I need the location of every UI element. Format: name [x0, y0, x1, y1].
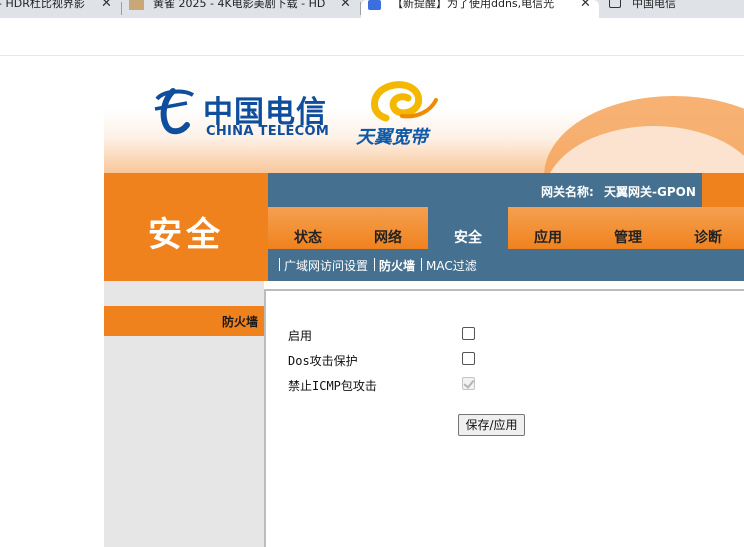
tab-security[interactable]: 安全: [428, 207, 508, 249]
page-favicon-icon: [609, 0, 621, 8]
form-row-icmp: 禁止ICMP包攻击: [288, 374, 728, 394]
browser-tab-forum[interactable]: 【新提醒】为了使用ddns,电信光 ✕: [361, 0, 599, 18]
close-icon[interactable]: ✕: [101, 0, 112, 11]
close-icon[interactable]: ✕: [580, 0, 591, 11]
close-icon[interactable]: ✕: [340, 0, 351, 11]
tab-network[interactable]: 网络: [348, 207, 428, 249]
firewall-settings-panel: 启用 Dos攻击保护 禁止ICMP包攻击 保存/应用: [264, 289, 744, 547]
tab-diagnostics[interactable]: 诊断: [668, 207, 744, 249]
sub-nav-firewall[interactable]: 防火墙: [379, 257, 415, 274]
sidebar-item-label: 防火墙: [221, 315, 258, 329]
browser-tab-title: 中国电信: [632, 0, 676, 10]
browser-tab-hdr[interactable]: - HDR杜比视界影 ✕: [0, 0, 121, 18]
icmp-block-label: 禁止ICMP包攻击: [288, 379, 377, 393]
info-bar-accent: [702, 173, 744, 207]
logo-tianyi-text: 天翼宽带: [356, 127, 428, 148]
tab-application[interactable]: 应用: [508, 207, 588, 249]
browser-tab-movie[interactable]: 黄雀 2025 - 4K电影美剧下载 - HD ✕: [122, 0, 359, 18]
tianyi-swirl-icon: [371, 81, 438, 122]
movie-site-favicon-icon: [129, 0, 144, 10]
browser-tab-title: - HDR杜比视界影: [0, 0, 85, 10]
china-telecom-emblem-icon: [154, 88, 195, 135]
tab-status[interactable]: 状态: [268, 207, 348, 249]
logo-english-text: CHINA TELECOM: [206, 124, 330, 139]
dos-protection-checkbox[interactable]: [462, 352, 475, 365]
sub-nav-separator: [374, 258, 375, 271]
forum-favicon-icon: [368, 0, 381, 10]
sub-nav: 广域网访问设置 防火墙 MAC过滤: [268, 249, 744, 281]
form-row-dos: Dos攻击保护: [288, 349, 728, 369]
gateway-info-bar: 网关名称: 天翼网关-GPON: [268, 173, 744, 207]
browser-tab-title: 黄雀 2025 - 4K电影美剧下载 - HD: [153, 0, 326, 10]
gateway-name-value: 天翼网关-GPON: [604, 185, 696, 199]
sub-nav-separator: [421, 258, 422, 271]
browser-toolbar: [0, 18, 744, 56]
sub-nav-wan-access[interactable]: 广域网访问设置: [284, 257, 368, 274]
sub-nav-mac-filter[interactable]: MAC过滤: [426, 257, 477, 274]
save-apply-button[interactable]: 保存/应用: [458, 414, 525, 436]
tab-management[interactable]: 管理: [588, 207, 668, 249]
browser-tab-telecom[interactable]: 中国电信: [600, 0, 744, 18]
section-title: 安全: [148, 215, 224, 255]
browser-tab-title: 【新提醒】为了使用ddns,电信光: [392, 0, 555, 10]
browser-tab-strip: - HDR杜比视界影 ✕ 黄雀 2025 - 4K电影美剧下载 - HD ✕ 【…: [0, 0, 744, 18]
sub-nav-separator: [279, 258, 280, 271]
enable-label: 启用: [288, 329, 313, 343]
sidebar-item-firewall[interactable]: 防火墙: [104, 306, 268, 336]
icmp-block-checkbox: [462, 377, 475, 390]
router-admin-page: 中国电信 CHINA TELECOM 天翼宽带 安全 网关名称: 天翼网关-GP…: [0, 56, 744, 547]
tianyi-broadband-logo: 天翼宽带: [356, 78, 440, 148]
dos-protection-label: Dos攻击保护: [288, 354, 358, 368]
main-nav: 状态 网络 安全 应用 管理 诊断: [268, 207, 744, 249]
gateway-name-label: 网关名称:: [541, 185, 594, 199]
section-header: 安全: [104, 173, 268, 281]
enable-checkbox[interactable]: [462, 327, 475, 340]
form-row-enable: 启用: [288, 324, 728, 344]
